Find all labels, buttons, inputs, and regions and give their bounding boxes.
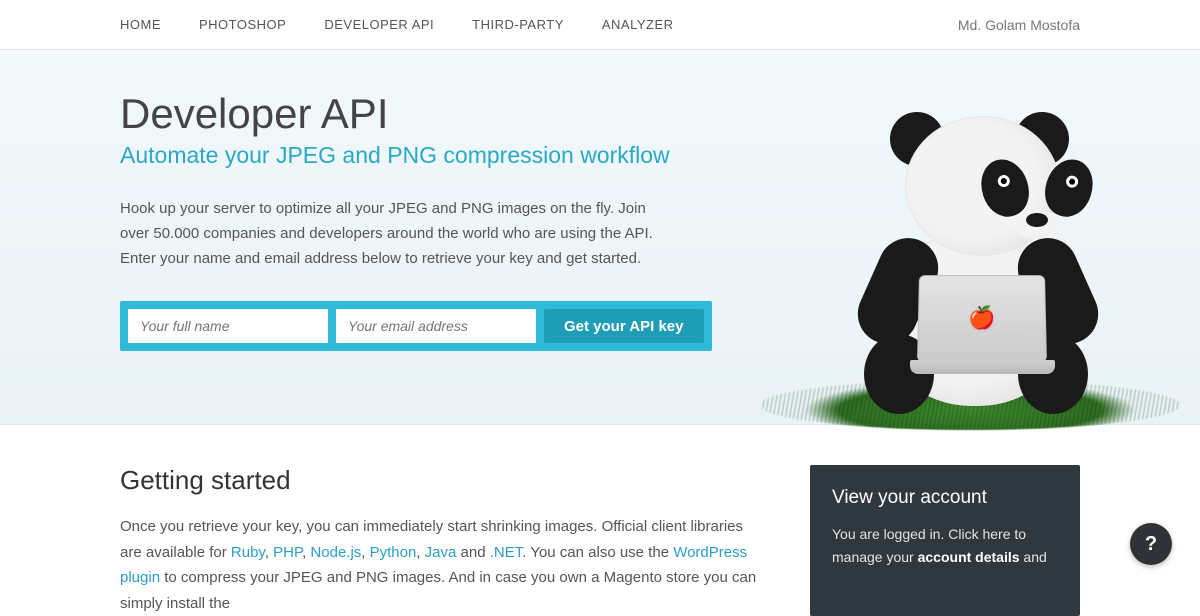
nav-third-party[interactable]: THIRD-PARTY	[472, 17, 564, 32]
nav-analyzer[interactable]: ANALYZER	[602, 17, 674, 32]
nav-home[interactable]: HOME	[120, 17, 161, 32]
hero-blurb: Hook up your server to optimize all your…	[120, 197, 660, 271]
account-card[interactable]: View your account You are logged in. Cli…	[810, 465, 1080, 616]
full-name-input[interactable]	[128, 309, 328, 343]
page-subtitle: Automate your JPEG and PNG compression w…	[120, 142, 1080, 169]
signup-form: Get your API key	[120, 301, 712, 351]
nav-photoshop[interactable]: PHOTOSHOP	[199, 17, 286, 32]
lib-link-python[interactable]: Python	[370, 544, 417, 561]
lib-link-php[interactable]: PHP	[273, 544, 302, 561]
getting-started-heading: Getting started	[120, 465, 770, 496]
lib-link-ruby[interactable]: Ruby	[231, 544, 265, 561]
lib-link-java[interactable]: Java	[425, 544, 457, 561]
nav-developer-api[interactable]: DEVELOPER API	[324, 17, 434, 32]
page-title: Developer API	[120, 90, 1080, 138]
lib-link-dotnet[interactable]: .NET	[490, 544, 523, 561]
content-section: Getting started Once you retrieve your k…	[0, 425, 1200, 616]
email-input[interactable]	[336, 309, 536, 343]
get-api-key-button[interactable]: Get your API key	[544, 309, 704, 343]
lib-link-node[interactable]: Node.js	[310, 544, 361, 561]
user-name[interactable]: Md. Golam Mostofa	[958, 17, 1080, 33]
apple-logo-icon: 🍎	[968, 305, 996, 331]
help-button[interactable]: ?	[1130, 523, 1172, 565]
account-card-heading: View your account	[832, 487, 1058, 509]
laptop-icon: 🍎	[910, 274, 1055, 374]
getting-started-text: Once you retrieve your key, you can imme…	[120, 514, 760, 616]
account-card-text: You are logged in. Click here to manage …	[832, 523, 1058, 569]
hero-section: Developer API Automate your JPEG and PNG…	[0, 50, 1200, 425]
top-nav: HOME PHOTOSHOP DEVELOPER API THIRD-PARTY…	[0, 0, 1200, 50]
